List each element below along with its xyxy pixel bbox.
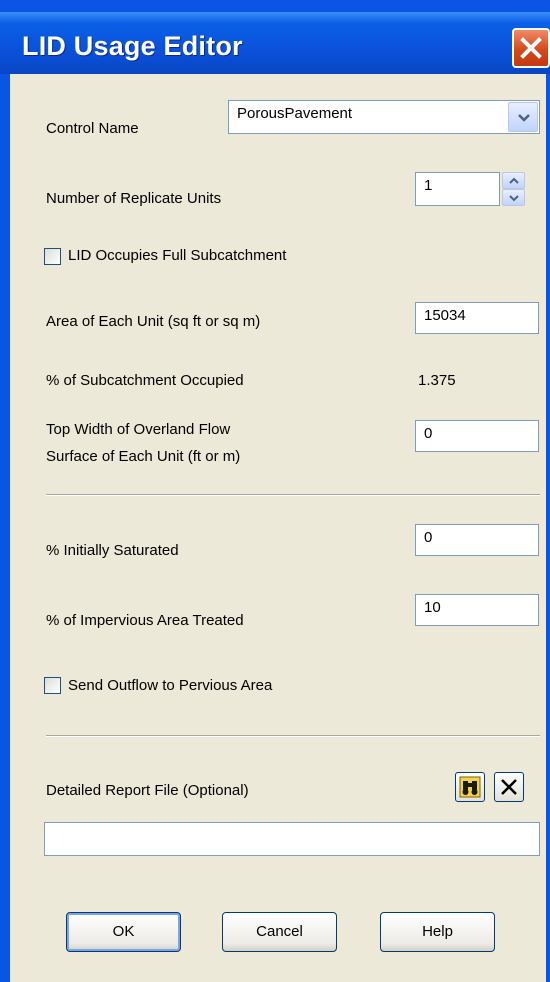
- dialog-body: Control Name PorousPavement Number of Re…: [10, 74, 546, 982]
- report-file-label: Detailed Report File (Optional): [46, 782, 249, 799]
- replicates-input[interactable]: 1: [415, 172, 500, 206]
- full-subcatchment-checkbox[interactable]: [44, 248, 61, 265]
- top-width-label-line1: Top Width of Overland Flow: [46, 421, 231, 438]
- impervious-treated-label: % of Impervious Area Treated: [46, 612, 244, 629]
- area-input[interactable]: 15034: [415, 302, 539, 334]
- full-subcatchment-label: LID Occupies Full Subcatchment: [68, 247, 287, 264]
- control-name-value: PorousPavement: [237, 105, 353, 122]
- area-label: Area of Each Unit (sq ft or sq m): [46, 313, 261, 330]
- separator: [46, 494, 540, 496]
- close-icon: [520, 37, 542, 59]
- top-width-input[interactable]: 0: [415, 420, 539, 452]
- binoculars-icon: [459, 776, 481, 798]
- clear-report-button[interactable]: [494, 772, 524, 802]
- top-width-value: 0: [424, 425, 433, 442]
- report-file-input[interactable]: [44, 822, 540, 856]
- initially-saturated-label: % Initially Saturated: [46, 542, 179, 559]
- control-name-label: Control Name: [46, 120, 139, 137]
- pct-occupied-value: 1.375: [418, 372, 456, 389]
- dropdown-button[interactable]: [508, 102, 538, 132]
- pct-occupied-label: % of Subcatchment Occupied: [46, 372, 244, 389]
- impervious-treated-input[interactable]: 10: [415, 594, 539, 626]
- arrow-down-icon: [509, 195, 519, 202]
- chevron-down-icon: [518, 114, 530, 122]
- title-bar[interactable]: LID Usage Editor: [0, 12, 550, 74]
- impervious-treated-value: 10: [424, 599, 441, 616]
- help-button[interactable]: Help: [380, 912, 495, 952]
- browse-report-button[interactable]: [455, 772, 485, 802]
- replicates-down-button[interactable]: [502, 189, 525, 206]
- dialog-window: LID Usage Editor Control Name PorousPave…: [0, 0, 550, 982]
- send-outflow-checkbox[interactable]: [44, 677, 61, 694]
- replicates-label: Number of Replicate Units: [46, 190, 222, 207]
- area-value: 15034: [424, 307, 466, 324]
- arrow-up-icon: [509, 177, 519, 184]
- window-title: LID Usage Editor: [22, 31, 243, 61]
- separator: [46, 735, 540, 737]
- close-button[interactable]: [512, 28, 550, 68]
- replicates-up-button[interactable]: [502, 172, 525, 189]
- initially-saturated-input[interactable]: 0: [415, 524, 539, 556]
- replicates-value: 1: [424, 177, 433, 194]
- top-width-label-line2: Surface of Each Unit (ft or m): [46, 448, 241, 465]
- initially-saturated-value: 0: [424, 529, 433, 546]
- control-name-select[interactable]: PorousPavement: [228, 100, 540, 134]
- cancel-button[interactable]: Cancel: [222, 912, 337, 952]
- send-outflow-label: Send Outflow to Pervious Area: [68, 677, 273, 694]
- ok-button[interactable]: OK: [66, 912, 181, 952]
- clear-icon: [501, 779, 517, 795]
